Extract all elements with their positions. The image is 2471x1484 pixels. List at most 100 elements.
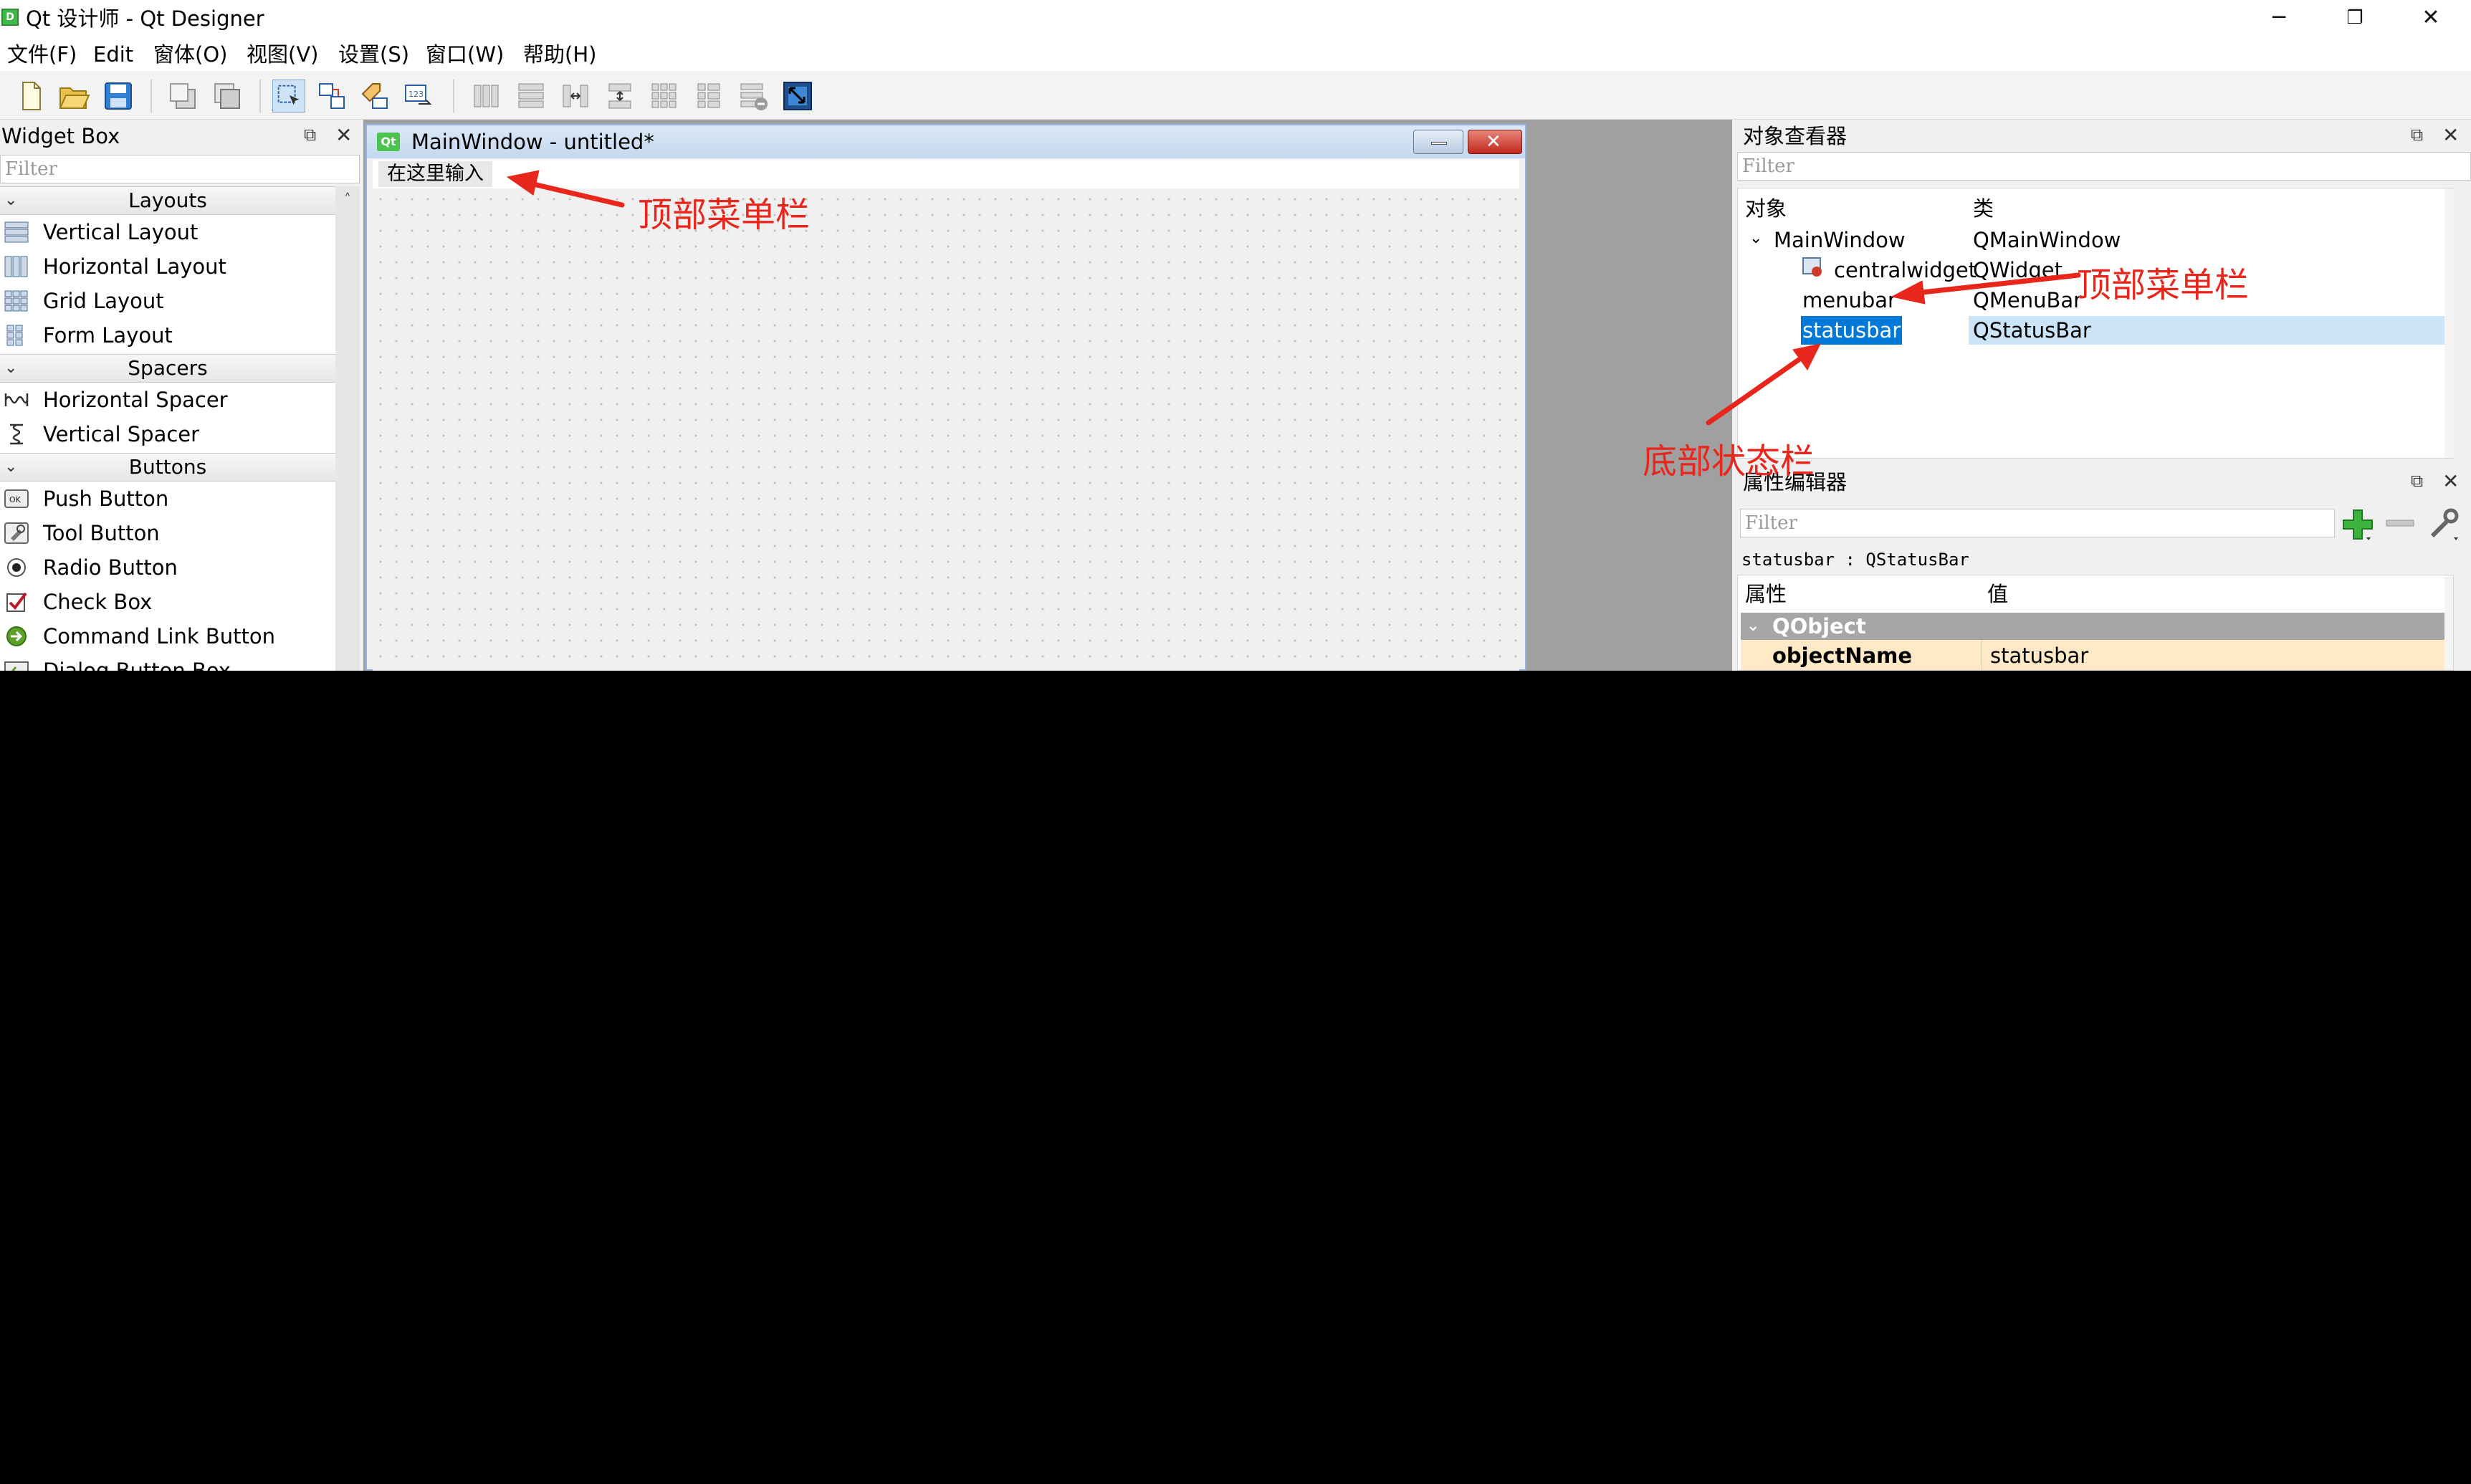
column-header-object[interactable]: 对象 bbox=[1745, 194, 1787, 223]
form-layout-icon bbox=[6, 325, 23, 346]
tree-class-mainwindow: QMainWindow bbox=[1973, 228, 2121, 252]
property-table-scrollbar[interactable] bbox=[2444, 575, 2453, 670]
form-window-titlebar[interactable]: Qt MainWindow - untitled* ✕ bbox=[367, 125, 1525, 158]
object-tree: 对象 类 ⌄ MainWindow QMainWindow centralwid… bbox=[1737, 188, 2455, 459]
minimize-icon bbox=[1431, 142, 1447, 145]
object-tree-scrollbar[interactable] bbox=[2444, 188, 2455, 458]
close-dock-icon[interactable]: ✕ bbox=[2442, 123, 2459, 147]
category-buttons[interactable]: ⌄ Buttons bbox=[0, 453, 335, 482]
property-editor-title: 属性编辑器 bbox=[1743, 469, 2460, 496]
form-menubar[interactable]: 在这里输入 bbox=[373, 160, 1519, 188]
widget-vertical-layout[interactable]: Vertical Layout bbox=[0, 215, 335, 249]
layout-horizontal-splitter-icon[interactable] bbox=[559, 80, 592, 113]
widget-label: Vertical Layout bbox=[43, 220, 199, 244]
widget-label: Push Button bbox=[43, 487, 169, 511]
tree-item-centralwidget[interactable]: centralwidget bbox=[1834, 256, 1977, 284]
float-dock-icon[interactable]: ⧉ bbox=[304, 125, 316, 145]
save-icon[interactable] bbox=[102, 80, 135, 113]
tree-class-centralwidget: QWidget bbox=[1973, 258, 2063, 282]
column-header-class[interactable]: 类 bbox=[1973, 194, 1994, 223]
layout-form-icon[interactable] bbox=[692, 80, 725, 113]
qt-icon: Qt bbox=[377, 133, 400, 151]
close-dock-icon[interactable]: ✕ bbox=[2442, 469, 2459, 493]
object-inspector-title: 对象查看器 bbox=[1743, 123, 2460, 150]
widget-push-button[interactable]: OK Push Button bbox=[0, 482, 335, 516]
edit-tab-order-icon[interactable]: 123 bbox=[401, 80, 434, 113]
type-here-menu[interactable]: 在这里输入 bbox=[378, 161, 492, 187]
edit-widgets-icon[interactable] bbox=[272, 80, 305, 113]
menu-settings[interactable]: 设置(S) bbox=[338, 38, 409, 71]
widget-horizontal-spacer[interactable]: Horizontal Spacer bbox=[0, 383, 335, 417]
widget-horizontal-layout[interactable]: Horizontal Layout bbox=[0, 249, 335, 284]
widget-command-link-button[interactable]: Command Link Button bbox=[0, 619, 335, 654]
layout-grid-icon[interactable] bbox=[648, 80, 681, 113]
vertical-layout-icon bbox=[4, 221, 29, 243]
form-minimize-button[interactable] bbox=[1413, 130, 1463, 154]
property-value[interactable]: statusbar bbox=[1990, 640, 2088, 670]
adjust-size-icon[interactable] bbox=[781, 80, 814, 113]
property-table: 属性 值 ⌄ QObject objectName statusbar bbox=[1737, 575, 2454, 671]
bring-to-front-icon[interactable] bbox=[211, 80, 244, 113]
menu-edit[interactable]: Edit bbox=[93, 38, 133, 71]
maximize-button[interactable]: ❐ bbox=[2318, 0, 2392, 38]
open-folder-icon[interactable] bbox=[57, 80, 90, 113]
send-to-back-icon[interactable] bbox=[166, 80, 199, 113]
tree-item-menubar[interactable]: menubar bbox=[1802, 286, 1896, 315]
widget-label: Command Link Button bbox=[43, 624, 276, 648]
menu-window[interactable]: 窗口(W) bbox=[426, 38, 504, 71]
scroll-up-icon[interactable]: ˄ bbox=[344, 191, 351, 208]
widget-box-filter-input[interactable]: Filter bbox=[0, 155, 360, 183]
float-dock-icon[interactable]: ⧉ bbox=[2411, 471, 2423, 491]
command-link-icon bbox=[6, 626, 27, 646]
break-layout-icon[interactable] bbox=[737, 80, 770, 113]
close-dock-icon[interactable]: ✕ bbox=[335, 123, 352, 147]
widget-radio-button[interactable]: Radio Button bbox=[0, 550, 335, 585]
column-header-value[interactable]: 值 bbox=[1987, 580, 2008, 608]
form-close-button[interactable]: ✕ bbox=[1468, 130, 1522, 154]
form-canvas[interactable] bbox=[373, 191, 1519, 671]
annotation-bottom-status: 底部状态栏 bbox=[1643, 441, 1815, 482]
menu-view[interactable]: 视图(V) bbox=[247, 38, 318, 71]
property-filter-input[interactable]: Filter bbox=[1740, 509, 2335, 537]
edit-buddies-icon[interactable] bbox=[358, 80, 391, 113]
layout-vertical-splitter-icon[interactable] bbox=[603, 80, 636, 113]
qt-designer-app-icon: D bbox=[1, 9, 19, 26]
property-row-objectname[interactable]: objectName statusbar bbox=[1741, 640, 2444, 670]
svg-text:OK: OK bbox=[9, 495, 21, 504]
object-inspector-filter-input[interactable]: Filter bbox=[1737, 152, 2471, 181]
property-context-label: statusbar : QStatusBar bbox=[1741, 550, 1969, 570]
add-dynamic-property-icon[interactable] bbox=[2341, 506, 2376, 542]
category-spacers[interactable]: ⌄ Spacers bbox=[0, 354, 335, 383]
tree-item-statusbar[interactable]: statusbar bbox=[1801, 316, 1903, 345]
tree-item-mainwindow[interactable]: MainWindow bbox=[1774, 226, 1906, 254]
widget-vertical-spacer[interactable]: Vertical Spacer bbox=[0, 417, 335, 451]
widget-form-layout[interactable]: Form Layout bbox=[0, 318, 335, 353]
menu-help[interactable]: 帮助(H) bbox=[523, 38, 596, 71]
category-label: Spacers bbox=[128, 356, 208, 380]
configure-wrench-icon[interactable] bbox=[2427, 506, 2462, 542]
widget-check-box[interactable]: Check Box bbox=[0, 585, 335, 619]
close-button[interactable]: ✕ bbox=[2394, 0, 2468, 38]
widget-box-scrollbar[interactable]: ˄ bbox=[335, 186, 360, 671]
dialog-button-box-icon bbox=[4, 661, 29, 671]
float-dock-icon[interactable]: ⧉ bbox=[2411, 125, 2423, 145]
edit-signals-slots-icon[interactable] bbox=[315, 80, 348, 113]
layout-vertical-icon[interactable] bbox=[515, 80, 548, 113]
widget-dialog-button-box[interactable]: Dialog Button Box bbox=[0, 654, 335, 671]
minimize-button[interactable]: ─ bbox=[2242, 0, 2316, 38]
window-title: Qt 设计师 - Qt Designer bbox=[26, 6, 264, 31]
menu-form[interactable]: 窗体(O) bbox=[153, 38, 227, 71]
remove-dynamic-property-icon[interactable] bbox=[2384, 513, 2417, 535]
chevron-down-icon[interactable]: ⌄ bbox=[1749, 224, 1762, 253]
property-group-qobject[interactable]: ⌄ QObject bbox=[1741, 613, 2444, 640]
widget-grid-layout[interactable]: Grid Layout bbox=[0, 284, 335, 318]
form-window-title: MainWindow - untitled* bbox=[411, 130, 654, 154]
column-header-property[interactable]: 属性 bbox=[1745, 580, 1787, 608]
category-layouts[interactable]: ⌄ Layouts bbox=[0, 186, 335, 215]
widget-tool-button[interactable]: Tool Button bbox=[0, 516, 335, 550]
menu-file[interactable]: 文件(F) bbox=[7, 38, 77, 71]
widget-icon bbox=[1802, 257, 1824, 277]
new-file-icon[interactable] bbox=[14, 80, 47, 113]
layout-horizontal-icon[interactable] bbox=[470, 80, 503, 113]
form-window[interactable]: Qt MainWindow - untitled* ✕ 在这里输入 bbox=[365, 124, 1526, 671]
